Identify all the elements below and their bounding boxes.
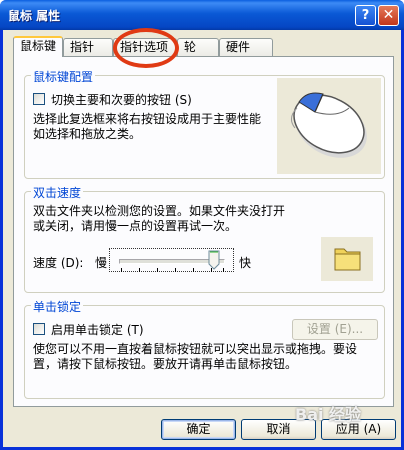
speed-slider-thumb[interactable] [208,250,220,270]
double-click-description: 双击文件夹以检测您的设置。如果文件夹没打开或关闭，请用慢一点的设置再试一次。 [33,204,286,233]
button-config-title: 鼠标键配置 [31,68,96,85]
slow-label: 慢 [95,256,108,270]
double-click-group: 双击速度 双击文件夹以检测您的设置。如果文件夹没打开或关闭，请用慢一点的设置再试… [24,184,385,293]
slider-tick [139,268,140,272]
click-lock-checkbox[interactable] [33,323,45,335]
click-lock-group: 单击锁定 启用单击锁定 (T) 设置 (E)... 使您可以不用一直按着鼠标按钮… [24,298,385,399]
slider-tick [175,268,176,272]
switch-buttons-checkbox[interactable] [33,93,45,105]
mouse-icon [291,92,367,158]
click-lock-settings-button[interactable]: 设置 (E)... [292,319,378,340]
fast-label: 快 [239,256,252,270]
tab-pointers[interactable]: 指针 [63,38,113,56]
slider-tick [223,268,224,272]
tab-buttons[interactable]: 鼠标键 [13,36,63,57]
mouse-properties-dialog: 鼠标 属性 ? ✕ 鼠标键 指针 指针选项 轮 硬件 鼠标键配置 切换主要和次要… [0,0,404,450]
speed-label: 速度 (D): [33,256,84,270]
click-lock-description: 使您可以不用一直按着鼠标按钮就可以突出显示或拖拽。要设置，请按下鼠标按钮。要放开… [33,342,358,371]
click-lock-title: 单击锁定 [31,298,84,315]
slider-tick [157,268,158,272]
annotation-circle [113,28,179,68]
button-config-group: 鼠标键配置 切换主要和次要的按钮 (S) 选择此复选框来将右按钮设成用于主要性能… [24,68,385,179]
title-bar[interactable]: 鼠标 属性 ? ✕ [0,0,404,30]
tab-wheel[interactable]: 轮 [177,38,219,56]
slider-tick [121,268,122,272]
click-lock-label[interactable]: 启用单击锁定 (T) [51,321,144,338]
mouse-preview [277,78,381,174]
button-config-description: 选择此复选框来将右按钮设成用于主要性能如选择和拖放之类。 [33,112,262,141]
slider-tick [193,268,194,272]
folder-icon [334,248,361,271]
ok-button[interactable]: 确定 [161,419,236,440]
switch-buttons-label[interactable]: 切换主要和次要的按钮 (S) [51,91,192,108]
double-click-title: 双击速度 [31,184,84,201]
tab-hardware[interactable]: 硬件 [219,38,273,56]
window-title: 鼠标 属性 [8,9,61,23]
tab-panel: 鼠标键配置 切换主要和次要的按钮 (S) 选择此复选框来将右按钮设成用于主要性能… [13,56,394,407]
test-folder[interactable] [321,237,373,281]
help-button[interactable]: ? [355,5,376,26]
watermark: Bai 经验 [295,405,362,424]
close-button[interactable]: ✕ [378,5,399,26]
